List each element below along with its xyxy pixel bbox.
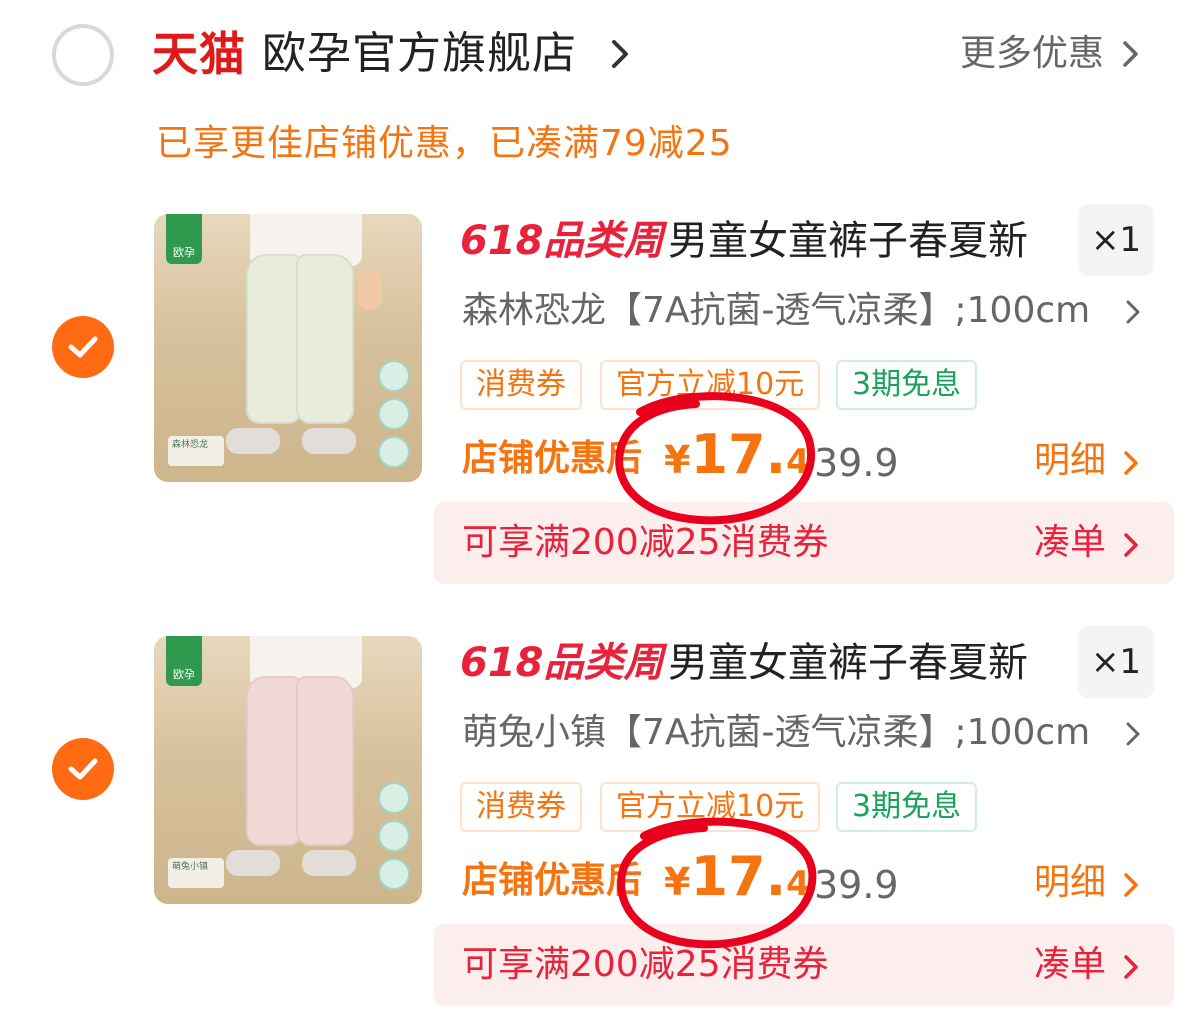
discount-tag: 官方立减10元 [600,782,821,832]
original-price: 39.9 [814,863,899,907]
checkmark-icon [68,758,98,780]
installment-tag: 3期免息 [836,360,978,410]
final-price: ¥17.4 [664,845,810,908]
cart-item: 欧孕 森林恐龙 618品类周 男童女童裤子春夏新 ×1 森林恐龙【7A抗菌-透气… [0,200,1200,600]
price-detail-link[interactable]: 明细 [1034,436,1106,486]
event-tag: 618品类周 [460,218,664,264]
price-label: 店铺优惠后 [462,860,643,901]
feature-badge-icon [378,858,410,890]
final-price: ¥17.4 [664,423,810,486]
coupon-bar[interactable]: 可享满200减25消费券 凑单 [434,502,1174,584]
quantity-stepper[interactable]: ×1 [1078,626,1154,698]
quantity-stepper[interactable]: ×1 [1078,204,1154,276]
chevron-right-icon[interactable] [1120,870,1142,900]
add-on-link[interactable]: 凑单 [1034,518,1106,568]
variant-selector[interactable]: 森林恐龙【7A抗菌-透气凉柔】;100cm [462,286,1090,336]
shop-header: 天猫 欧孕官方旗舰店 更多优惠 [0,0,1200,110]
item-select-checkbox[interactable] [52,738,114,800]
coupon-bar[interactable]: 可享满200减25消费券 凑单 [434,924,1174,1006]
chevron-right-icon[interactable] [1118,38,1142,70]
shop-select-radio[interactable] [52,24,114,86]
shop-promo-text: 已享更佳店铺优惠，已凑满79减25 [156,123,733,164]
original-price: 39.9 [814,441,899,485]
cart-item: 欧孕 萌兔小镇 618品类周 男童女童裤子春夏新 ×1 萌兔小镇【7A抗菌-透气… [0,622,1200,1010]
coupon-tag: 消费券 [460,782,582,832]
event-tag: 618品类周 [460,640,664,686]
chevron-right-icon[interactable] [1120,530,1142,560]
product-title[interactable]: 男童女童裤子春夏新 [668,638,1028,688]
chevron-right-icon[interactable] [1122,298,1144,326]
chevron-right-icon[interactable] [606,36,634,72]
tmall-logo: 天猫 [152,27,246,81]
chevron-right-icon[interactable] [1120,952,1142,982]
shop-name-link[interactable]: 欧孕官方旗舰店 [262,26,577,82]
chevron-right-icon[interactable] [1122,720,1144,748]
more-deals-link[interactable]: 更多优惠 [960,30,1104,78]
add-on-link[interactable]: 凑单 [1034,940,1106,990]
product-thumbnail[interactable]: 欧孕 萌兔小镇 [154,636,422,904]
thumb-caption: 萌兔小镇 [168,858,224,888]
feature-badge-icon [378,436,410,468]
product-title[interactable]: 男童女童裤子春夏新 [668,216,1028,266]
variant-selector[interactable]: 萌兔小镇【7A抗菌-透气凉柔】;100cm [462,708,1090,758]
chevron-right-icon[interactable] [1120,448,1142,478]
feature-badge-icon [378,782,410,814]
thumb-caption: 森林恐龙 [168,436,224,466]
checkmark-icon [68,336,98,358]
product-thumbnail[interactable]: 欧孕 森林恐龙 [154,214,422,482]
brand-logo: 欧孕 [166,214,202,264]
coupon-text: 可享满200减25消费券 [462,944,829,985]
feature-badge-icon [378,360,410,392]
feature-badge-icon [378,820,410,852]
coupon-tag: 消费券 [460,360,582,410]
brand-logo: 欧孕 [166,636,202,686]
item-select-checkbox[interactable] [52,316,114,378]
feature-badge-icon [378,398,410,430]
price-label: 店铺优惠后 [462,438,643,479]
price-detail-link[interactable]: 明细 [1034,858,1106,908]
installment-tag: 3期免息 [836,782,978,832]
discount-tag: 官方立减10元 [600,360,821,410]
coupon-text: 可享满200减25消费券 [462,522,829,563]
